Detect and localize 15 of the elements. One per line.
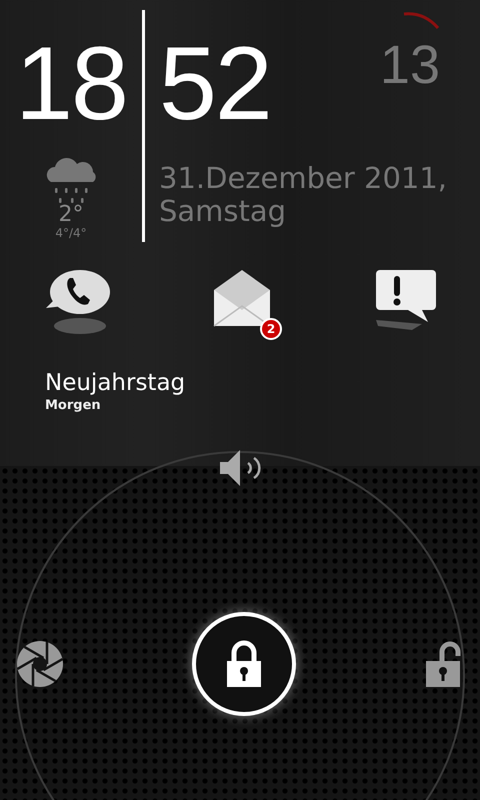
date-text: 31.Dezember 2011, — [159, 162, 448, 196]
clock-minute: 52 — [159, 32, 271, 136]
event-date: Morgen — [45, 398, 102, 413]
arc-mark-icon — [402, 10, 442, 32]
clock-seconds: 13 — [380, 38, 440, 92]
temperature: 2° — [58, 204, 84, 226]
lock-handle[interactable] — [192, 612, 296, 716]
camera-shutter-icon[interactable] — [16, 640, 64, 688]
temperature-range: 4°/4° — [55, 226, 87, 240]
weekday-text: Samstag — [159, 195, 288, 229]
clock-hour: 18 — [15, 32, 127, 136]
unlocked-padlock-icon[interactable] — [424, 640, 462, 688]
padlock-icon — [225, 640, 263, 688]
unread-count-badge: 2 — [260, 318, 282, 340]
event-title: Neujahrstag — [45, 370, 186, 396]
